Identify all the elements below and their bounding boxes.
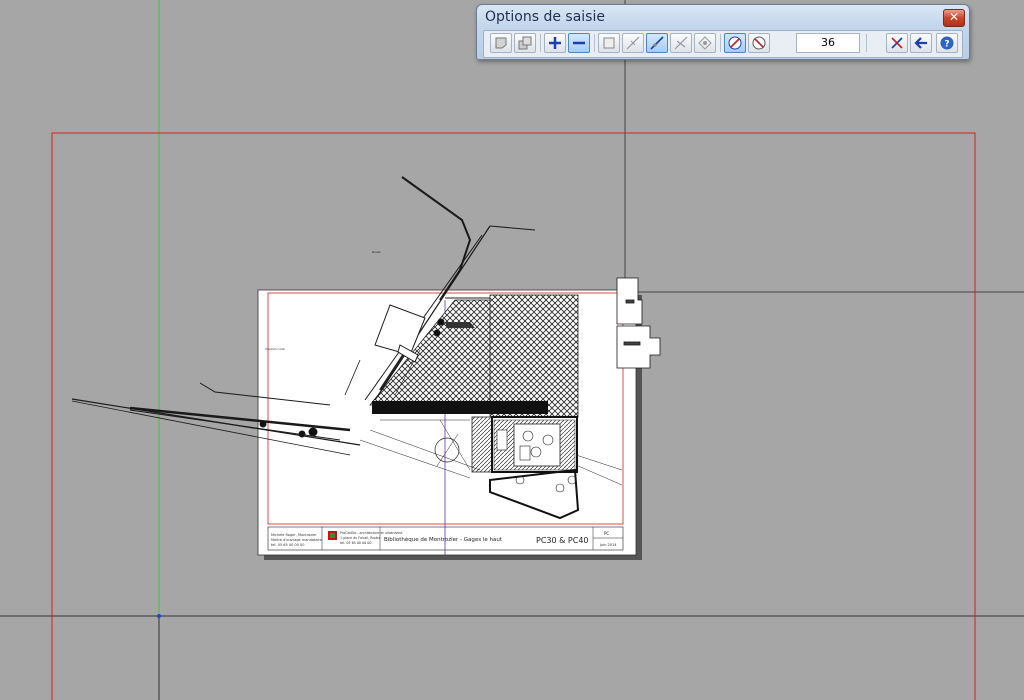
polygon-mode-button[interactable]: [490, 33, 512, 53]
svg-text:Chemin rural: Chemin rural: [265, 347, 285, 351]
line-snap-button[interactable]: [646, 33, 668, 53]
svg-text:?: ?: [944, 40, 949, 50]
palette-title: Options de saisie: [485, 9, 605, 25]
union-icon: [518, 36, 532, 50]
svg-text:ProCadGo - architecture et urb: ProCadGo - architecture et urbanisme: [340, 531, 402, 535]
ref-code: PC: [604, 531, 609, 536]
intersection-snap-button[interactable]: [694, 33, 716, 53]
midpoint-icon: [626, 36, 640, 50]
minus-icon: [573, 41, 585, 45]
sheet-title: Bibliothèque de Montrozier - Gages le ha…: [384, 536, 503, 543]
angle-value-input[interactable]: 36: [796, 33, 860, 53]
rectangle-snap-button[interactable]: [598, 33, 620, 53]
drawing-canvas[interactable]: Michele Roger, Montrozier Maitre d'ouvra…: [0, 0, 1024, 700]
svg-text:tel. 05 65 00 00 00: tel. 05 65 00 00 00: [271, 543, 304, 547]
angle-free-icon: [752, 36, 766, 50]
add-mode-button[interactable]: [544, 33, 566, 53]
back-button[interactable]: [910, 33, 932, 53]
help-button[interactable]: ?: [936, 33, 958, 53]
clear-snap-button[interactable]: [886, 33, 908, 53]
palette-toolbar: 36 ?: [483, 30, 963, 58]
svg-text:Maitre d'ouvrage mandataire: Maitre d'ouvrage mandataire: [271, 538, 322, 542]
svg-text:Michele Roger, Montrozier: Michele Roger, Montrozier: [271, 533, 317, 537]
sheet-code: PC30 & PC40: [536, 536, 589, 545]
angle-lock-icon: [728, 36, 742, 50]
line-icon: [650, 36, 664, 50]
date-label: Juin 2014: [599, 543, 617, 547]
midpoint-snap-button[interactable]: [622, 33, 644, 53]
origin-point: [157, 614, 161, 618]
intersection-icon: [698, 36, 712, 50]
arrow-left-icon: [914, 37, 927, 49]
polygon-icon: [495, 37, 507, 49]
help-icon: ?: [940, 36, 954, 50]
subtract-mode-button[interactable]: [568, 33, 590, 53]
perpendicular-icon: [674, 36, 688, 50]
square-icon: [603, 37, 615, 49]
angle-lock-button[interactable]: [724, 33, 746, 53]
union-mode-button[interactable]: [514, 33, 536, 53]
angle-free-button[interactable]: [748, 33, 770, 53]
drawing-sheet[interactable]: Michele Roger, Montrozier Maitre d'ouvra…: [257, 289, 642, 560]
plus-icon: [549, 37, 561, 49]
svg-text:1 place du Foirail, Rodez: 1 place du Foirail, Rodez: [340, 536, 381, 540]
input-options-palette[interactable]: Options de saisie ✕ 36 ?: [476, 4, 970, 60]
close-button[interactable]: ✕: [943, 9, 965, 27]
perpendicular-snap-button[interactable]: [670, 33, 692, 53]
svg-text:Route: Route: [372, 250, 381, 254]
clear-snap-icon: [891, 37, 903, 49]
svg-text:tel. 05 65 00 00 00: tel. 05 65 00 00 00: [340, 541, 372, 545]
